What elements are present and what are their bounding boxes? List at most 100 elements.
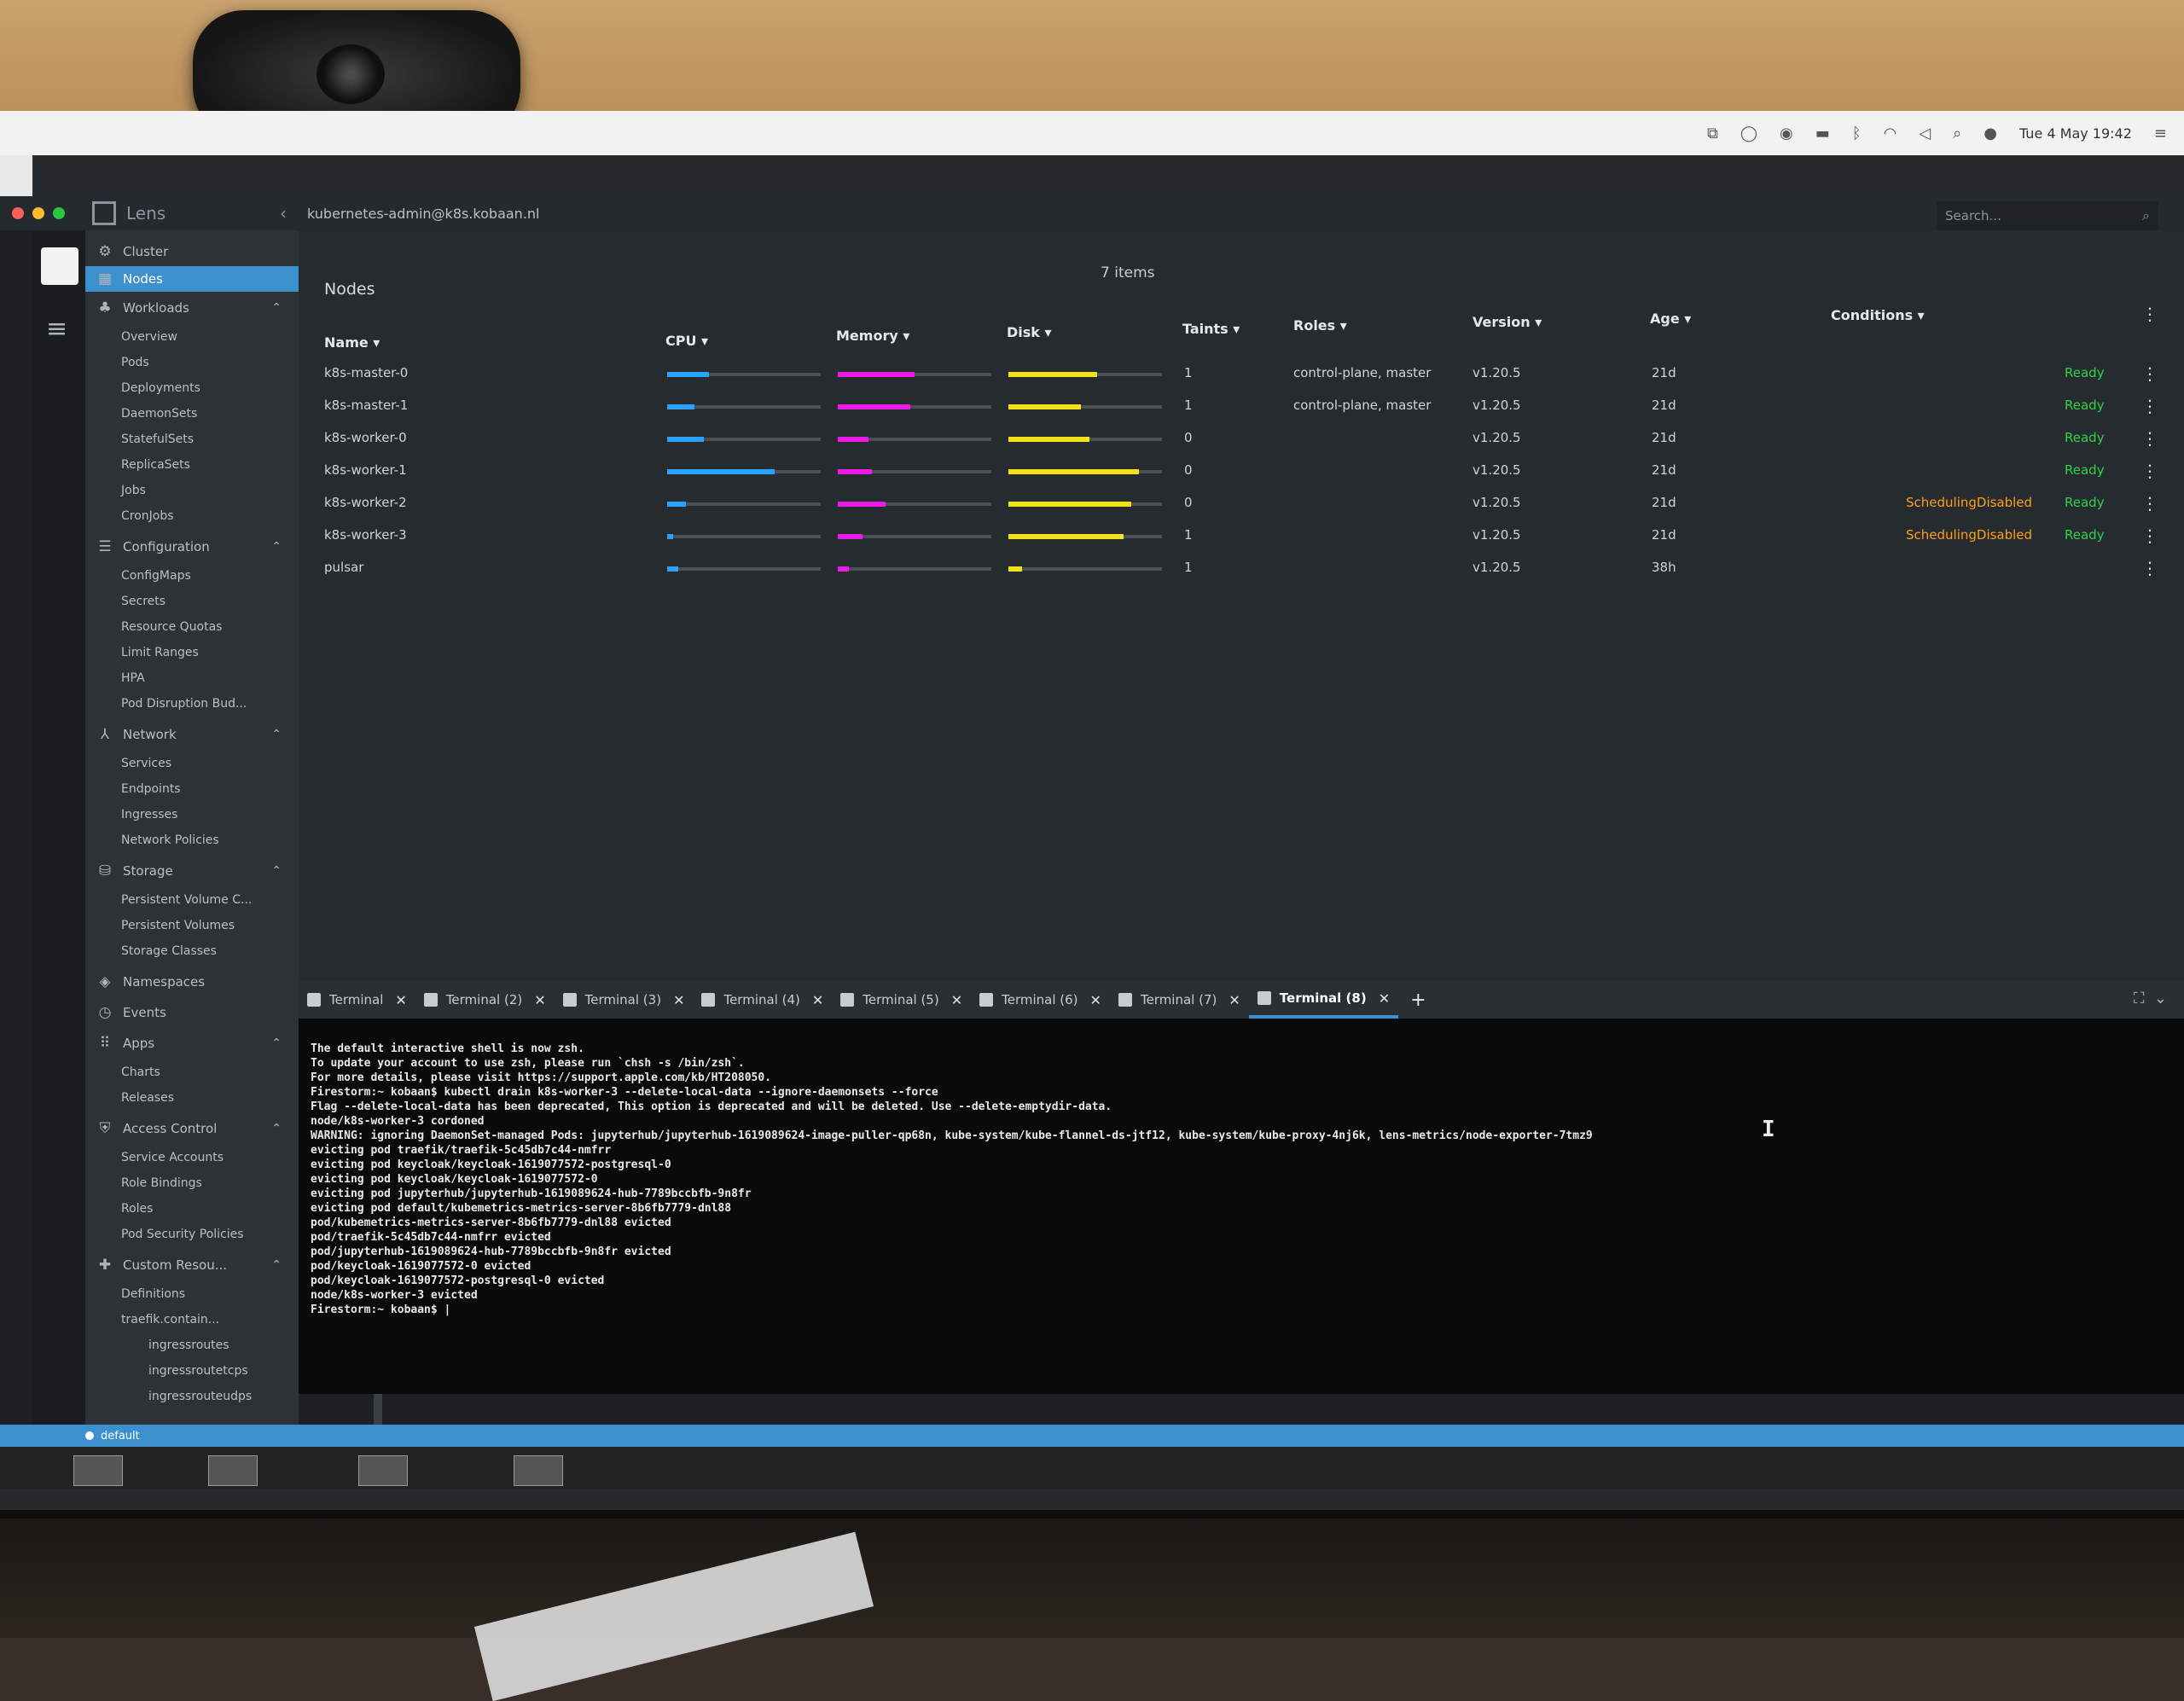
window-thumbnail[interactable] — [514, 1455, 563, 1486]
column-disk[interactable]: Disk ▾ — [1007, 324, 1052, 340]
sidebar-item-daemonsets[interactable]: DaemonSets — [121, 401, 197, 427]
table-row[interactable]: k8s-master-0 1 control-plane, master v1.20.… — [299, 358, 2184, 391]
sidebar-item-storage-classes[interactable]: Storage Classes — [121, 938, 217, 964]
flag-icon[interactable]: ▬ — [1815, 125, 1830, 142]
sidebar-item-workloads[interactable]: ♣ Workloads ⌃ — [85, 295, 299, 321]
tab-terminal[interactable]: Terminal (8) ✕ — [1248, 981, 1399, 1019]
sidebar-item-pod-disruption-budgets[interactable]: Pod Disruption Bud... — [121, 691, 247, 717]
column-cpu[interactable]: CPU ▾ — [665, 333, 708, 349]
new-terminal-button[interactable]: + — [1410, 990, 1426, 1011]
tab-terminal[interactable]: Terminal (7) ✕ — [1110, 981, 1249, 1019]
sidebar-item-network-policies[interactable]: Network Policies — [121, 827, 219, 853]
siri-icon[interactable]: ● — [1984, 125, 1997, 142]
sidebar-item-ingressroutes[interactable]: ingressroutes — [148, 1332, 229, 1358]
notification-center-icon[interactable]: ≡ — [2154, 125, 2167, 142]
row-menu-icon[interactable]: ⋮ — [2141, 525, 2158, 546]
sidebar-item-pod-security-policies[interactable]: Pod Security Policies — [121, 1222, 244, 1247]
table-menu-icon[interactable]: ⋮ — [2141, 304, 2158, 324]
sidebar-item-network[interactable]: ⅄ Network ⌃ — [85, 722, 299, 747]
minimize-window-button[interactable] — [32, 207, 44, 219]
close-tab-icon[interactable]: ✕ — [1379, 990, 1390, 1007]
window-thumbnail[interactable] — [73, 1455, 123, 1486]
sidebar-item-definitions[interactable]: Definitions — [121, 1281, 185, 1307]
collapse-sidebar-icon[interactable]: ‹ — [280, 203, 287, 224]
tab-terminal[interactable]: Terminal (6) ✕ — [971, 981, 1110, 1019]
tab-terminal[interactable]: Terminal (2) ✕ — [415, 981, 555, 1019]
sidebar-item-roles[interactable]: Roles — [121, 1196, 153, 1222]
sidebar-item-jobs[interactable]: Jobs — [121, 478, 146, 503]
sidebar-item-persistent-volumes[interactable]: Persistent Volumes — [121, 913, 235, 938]
table-row[interactable]: k8s-worker-2 0 v1.20.5 21d SchedulingDisable… — [299, 488, 2184, 520]
menubar-clock[interactable]: Tue 4 May 19:42 — [2019, 125, 2132, 142]
sidebar-item-limit-ranges[interactable]: Limit Ranges — [121, 640, 199, 665]
table-row[interactable]: k8s-master-1 1 control-plane, master v1.20.… — [299, 391, 2184, 423]
sidebar-item-apps[interactable]: ⠿ Apps ⌃ — [85, 1030, 299, 1056]
sidebar-item-ingressrouteudps[interactable]: ingressrouteudps — [148, 1384, 252, 1409]
close-tab-icon[interactable]: ✕ — [951, 992, 962, 1008]
sidebar-item-ingressroutetcps[interactable]: ingressroutetcps — [148, 1358, 248, 1384]
sidebar-item-pods[interactable]: Pods — [121, 350, 149, 375]
table-row[interactable]: k8s-worker-3 1 v1.20.5 21d SchedulingDisable… — [299, 520, 2184, 553]
window-thumbnail[interactable] — [208, 1455, 258, 1486]
close-tab-icon[interactable]: ✕ — [673, 992, 684, 1008]
cluster-icon[interactable] — [41, 247, 78, 285]
close-tab-icon[interactable]: ✕ — [1228, 992, 1240, 1008]
sidebar-item-endpoints[interactable]: Endpoints — [121, 776, 181, 802]
column-taints[interactable]: Taints ▾ — [1182, 321, 1240, 337]
sidebar-item-ingresses[interactable]: Ingresses — [121, 802, 177, 827]
table-row[interactable]: k8s-worker-0 0 v1.20.5 21d Ready ⋮ — [299, 423, 2184, 456]
sidebar-item-traefik-group[interactable]: traefik.contain... — [121, 1307, 219, 1332]
sidebar-item-services[interactable]: Services — [121, 751, 171, 776]
sidebar-item-events[interactable]: ◷ Events — [85, 1000, 299, 1025]
column-roles[interactable]: Roles ▾ — [1293, 317, 1347, 334]
chevron-down-icon[interactable]: ⌄ — [2154, 990, 2167, 1007]
close-tab-icon[interactable]: ✕ — [812, 992, 823, 1008]
close-tab-icon[interactable]: ✕ — [395, 992, 406, 1008]
sidebar-item-secrets[interactable]: Secrets — [121, 589, 166, 614]
screen-share-icon[interactable]: ⧉ — [1707, 125, 1718, 142]
sidebar-item-overview[interactable]: Overview — [121, 324, 177, 350]
row-menu-icon[interactable]: ⋮ — [2141, 396, 2158, 416]
window-thumbnail[interactable] — [358, 1455, 408, 1486]
row-menu-icon[interactable]: ⋮ — [2141, 461, 2158, 481]
search-input[interactable]: Search... ⌕ — [1937, 201, 2158, 233]
current-namespace[interactable]: default — [101, 1430, 140, 1443]
close-window-button[interactable] — [12, 207, 24, 219]
sidebar-item-namespaces[interactable]: ◈ Namespaces — [85, 969, 299, 995]
sidebar-item-role-bindings[interactable]: Role Bindings — [121, 1170, 202, 1196]
sidebar-item-service-accounts[interactable]: Service Accounts — [121, 1145, 224, 1170]
sidebar-item-statefulsets[interactable]: StatefulSets — [121, 427, 194, 452]
row-menu-icon[interactable]: ⋮ — [2141, 363, 2158, 384]
terminal-output[interactable]: The default interactive shell is now zsh… — [299, 1019, 2184, 1394]
zoom-window-button[interactable] — [53, 207, 65, 219]
column-age[interactable]: Age ▾ — [1650, 311, 1691, 327]
wifi-icon[interactable]: ◠ — [1884, 125, 1897, 142]
sidebar-item-cluster[interactable]: ⚙ Cluster — [85, 239, 299, 264]
sidebar-item-deployments[interactable]: Deployments — [121, 375, 200, 401]
sidebar-item-nodes[interactable]: ▦ Nodes — [85, 266, 299, 292]
fullscreen-icon[interactable]: ⛶ — [2134, 990, 2145, 1007]
spotlight-icon[interactable]: ⌕ — [1953, 125, 1961, 142]
tab-terminal[interactable]: Terminal (5) ✕ — [832, 981, 971, 1019]
close-tab-icon[interactable]: ✕ — [534, 992, 545, 1008]
sidebar-item-replicasets[interactable]: ReplicaSets — [121, 452, 190, 478]
sidebar-item-resource-quotas[interactable]: Resource Quotas — [121, 614, 222, 640]
bluetooth-icon[interactable]: ᛒ — [1852, 125, 1862, 142]
sidebar-item-configmaps[interactable]: ConfigMaps — [121, 563, 191, 589]
row-menu-icon[interactable]: ⋮ — [2141, 428, 2158, 449]
sidebar-item-access-control[interactable]: ⛨ Access Control ⌃ — [85, 1116, 299, 1141]
row-menu-icon[interactable]: ⋮ — [2141, 493, 2158, 514]
tab-terminal[interactable]: Terminal ✕ — [299, 981, 415, 1019]
table-row[interactable]: k8s-worker-1 0 v1.20.5 21d Ready ⋮ — [299, 456, 2184, 488]
volume-icon[interactable]: ◁ — [1919, 125, 1931, 142]
sidebar-item-charts[interactable]: Charts — [121, 1059, 160, 1085]
sync-icon[interactable]: ◯ — [1740, 125, 1757, 142]
column-memory[interactable]: Memory ▾ — [836, 328, 909, 344]
table-row[interactable]: pulsar 1 v1.20.5 38h ⋮ — [299, 553, 2184, 585]
sidebar-item-pvc[interactable]: Persistent Volume C... — [121, 887, 252, 913]
mic-icon[interactable]: ◉ — [1780, 125, 1793, 142]
hamburger-menu-icon[interactable]: ≡ — [46, 316, 72, 342]
close-tab-icon[interactable]: ✕ — [1090, 992, 1101, 1008]
row-menu-icon[interactable]: ⋮ — [2141, 558, 2158, 578]
sidebar-item-custom-resources[interactable]: ✚ Custom Resou... ⌃ — [85, 1252, 299, 1278]
